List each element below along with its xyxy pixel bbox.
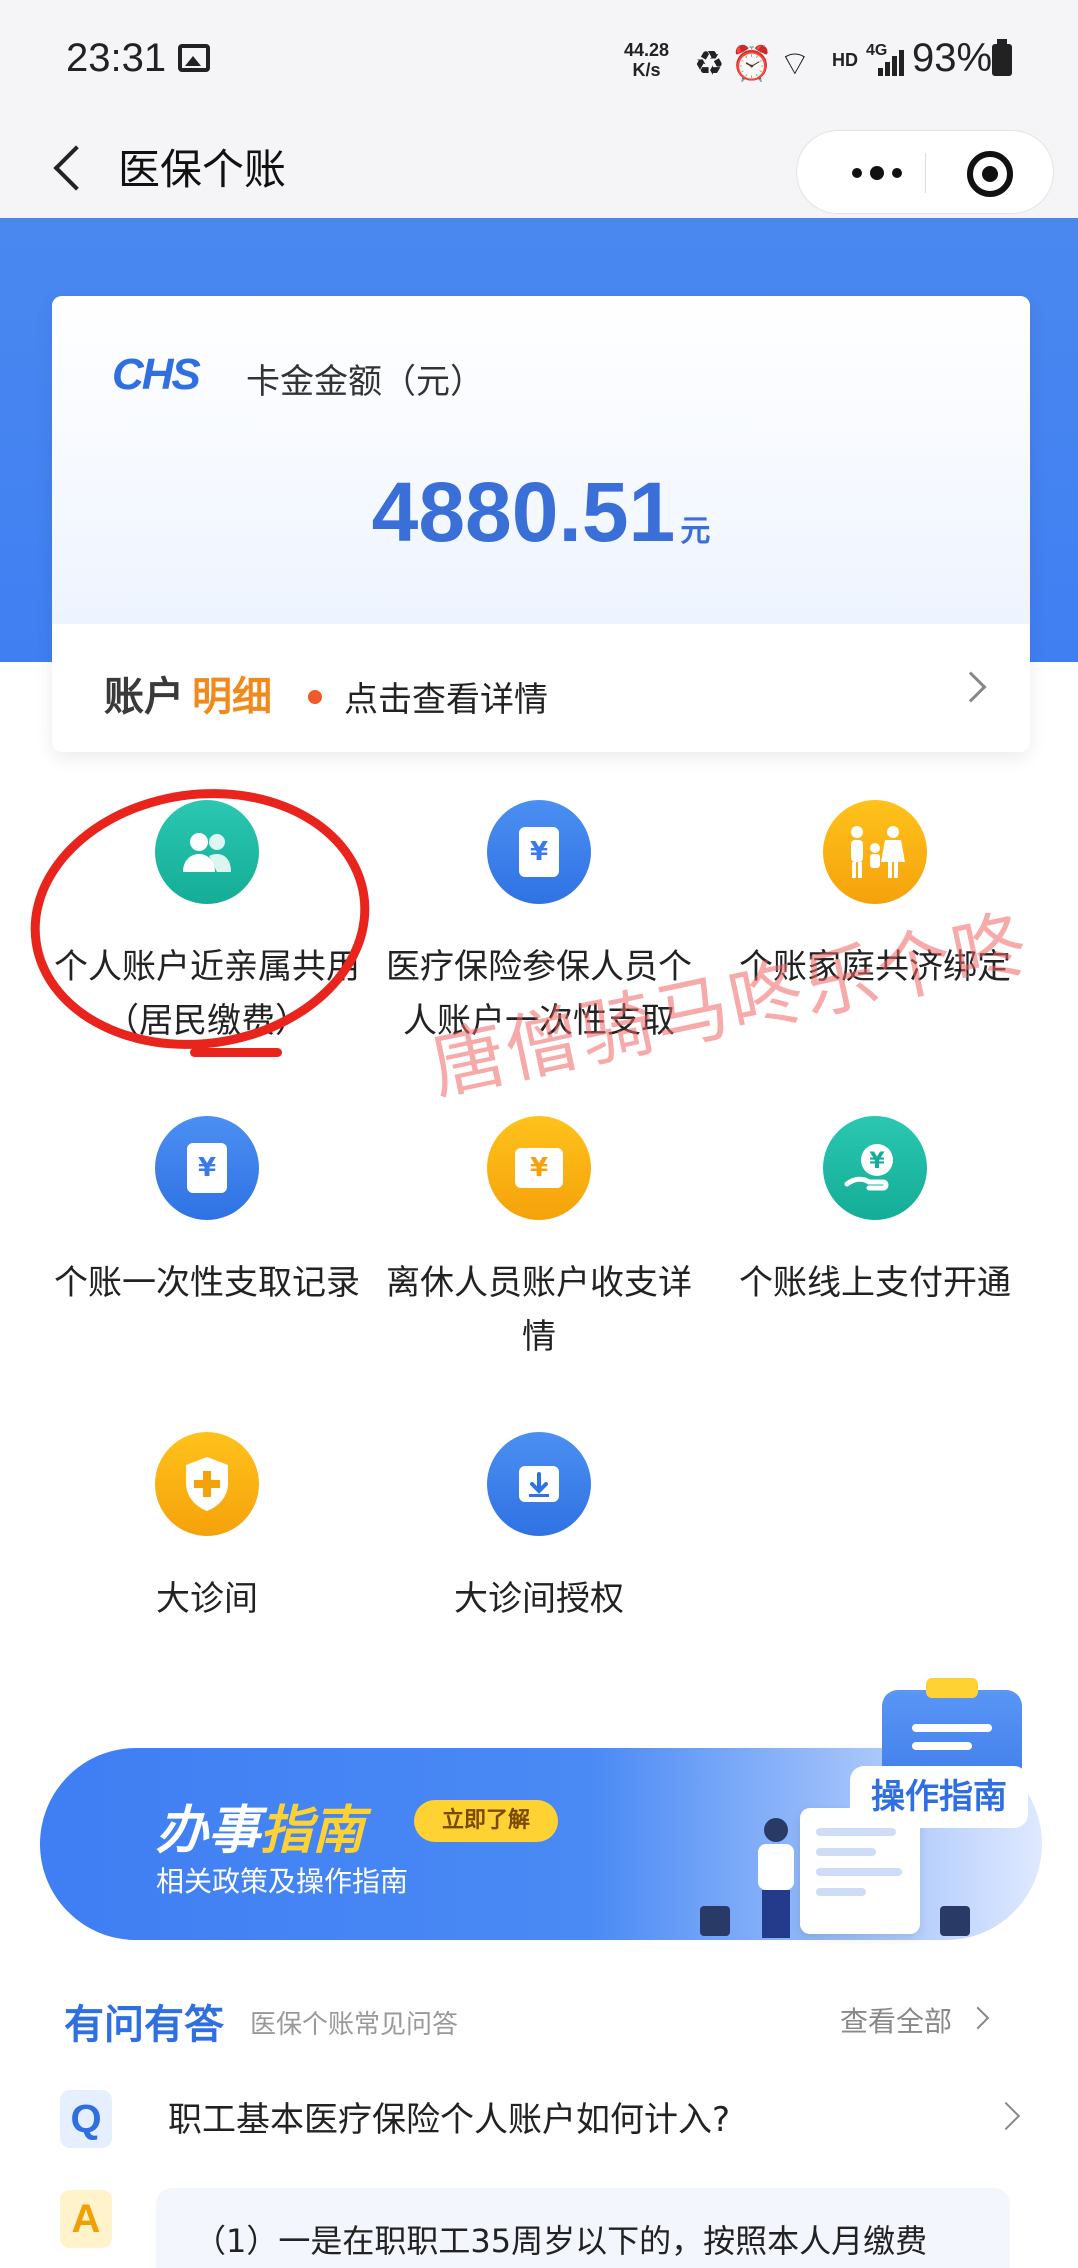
banner-title: 办事指南 (156, 1788, 364, 1863)
network-speed: 44.28 K/s (624, 40, 669, 80)
guide-banner[interactable]: 办事指南 立即了解 相关政策及操作指南 操作指南 (40, 1678, 1042, 1940)
plant-illustration (940, 1906, 970, 1936)
service-label: 大诊间授权 (454, 1579, 624, 1619)
recycle-icon: ♻ (694, 44, 731, 84)
download-box-icon (487, 1432, 591, 1536)
banner-subtitle: 相关政策及操作指南 (156, 1865, 409, 1898)
yuan-record-icon: ¥ (155, 1116, 259, 1220)
balance-card-top: CHS 卡金金额（元） 4880.51 元 (52, 296, 1030, 624)
answer-badge: A (60, 2190, 112, 2248)
detail-title-part1: 账户 (104, 674, 184, 720)
faq-subtitle: 医保个账常见问答 (250, 2010, 459, 2040)
balance-label: 卡金金额（元） (246, 362, 484, 402)
question-badge: Q (60, 2090, 112, 2148)
signal-icon (878, 50, 904, 76)
amount-unit: 元 (680, 514, 711, 549)
watermark-text: 唐僧骑马咚乐个咚 (423, 900, 1037, 1111)
learn-now-button[interactable]: 立即了解 (414, 1800, 558, 1842)
detail-hint: 点击查看详情 (344, 680, 548, 720)
back-arrow-icon[interactable] (44, 130, 94, 200)
view-all-link[interactable]: 查看全部 (840, 2000, 952, 2040)
service-label: 个账线上支付开通 (739, 1263, 1011, 1303)
nav-bar: 医保个账 (0, 120, 1078, 220)
plant-illustration (700, 1906, 730, 1936)
guide-tag: 操作指南 (850, 1766, 1028, 1828)
service-label: 大诊间 (156, 1579, 258, 1619)
close-target-icon[interactable] (967, 151, 1013, 197)
chs-logo: CHS (112, 350, 201, 399)
yuan-card-icon: ¥ (487, 800, 591, 904)
balance-amount: 4880.51 元 (52, 464, 1030, 561)
chevron-right-icon[interactable] (991, 2101, 1021, 2131)
detail-title-part2: 明细 (192, 674, 272, 720)
image-notification-icon (178, 44, 210, 72)
faq-title: 有问有答 (64, 2002, 224, 2048)
page-title: 医保个账 (118, 145, 287, 194)
account-detail-row[interactable]: 账户 明细 点击查看详情 (52, 624, 1030, 752)
person-illustration (746, 1818, 806, 1940)
capsule-divider (925, 153, 926, 193)
annotation-stroke (190, 1048, 282, 1057)
hd-indicator: HD (832, 50, 858, 70)
status-bar: 23:31 44.28 K/s ♻⏰⌔ HD 4G 93% (0, 0, 1078, 120)
shield-plus-icon (155, 1432, 259, 1536)
clock: 23:31 (66, 36, 167, 80)
svg-text:¥: ¥ (869, 1149, 885, 1174)
banner-title-part2: 指南 (260, 1801, 365, 1861)
alarm-icon: ⏰ (730, 44, 779, 84)
chevron-right-icon (955, 671, 987, 703)
system-icons: ♻⏰⌔ (694, 42, 817, 85)
service-label: 离休人员账户收支详情 (386, 1263, 692, 1357)
more-icon[interactable] (837, 151, 917, 195)
banner-title-part1: 办事 (156, 1801, 261, 1861)
wifi-icon: ⌔ (778, 44, 817, 84)
notification-dot (308, 690, 322, 704)
speed-value: 44.28 (624, 40, 670, 60)
battery-level: 93% (912, 36, 993, 80)
wallet-icon: ¥ (487, 1116, 591, 1220)
amount-value: 4880.51 (371, 465, 676, 559)
mini-program-capsule (796, 130, 1054, 214)
balance-card: CHS 卡金金额（元） 4880.51 元 账户 明细 点击查看详情 (52, 296, 1030, 752)
service-label: 个账一次性支取记录 (54, 1263, 360, 1303)
battery-icon (992, 39, 1012, 76)
family-icon (823, 800, 927, 904)
faq-question[interactable]: 职工基本医疗保险个人账户如何计入? (168, 2092, 730, 2141)
hand-yuan-icon: ¥ (823, 1116, 927, 1220)
faq-answer-box: （1）一是在职职工35周岁以下的，按照本人月缴费 (156, 2188, 1010, 2268)
speed-unit: K/s (632, 60, 661, 80)
faq-answer: （1）一是在职职工35周岁以下的，按照本人月缴费 (194, 2222, 928, 2260)
chevron-right-icon (966, 2006, 990, 2030)
